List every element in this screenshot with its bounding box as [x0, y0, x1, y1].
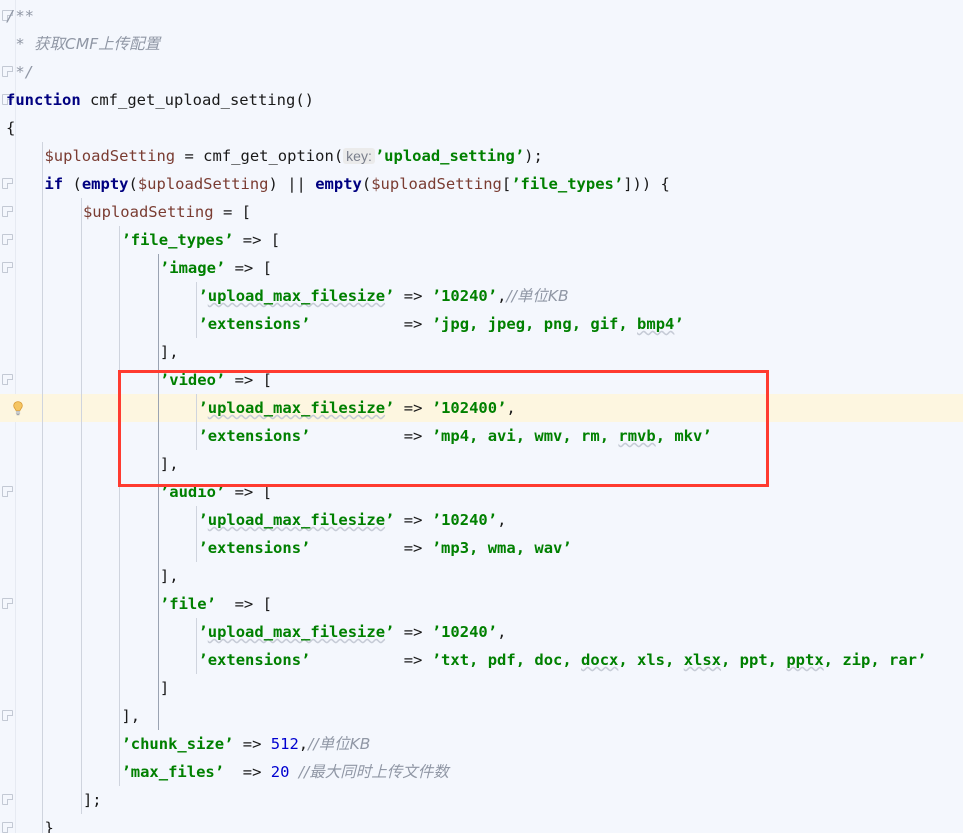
code-line[interactable]: ’max_files’ => 20 //最大同时上传文件数: [121, 758, 448, 786]
code-line[interactable]: }: [44, 814, 53, 833]
code-line[interactable]: * 获取CMF上传配置: [6, 30, 160, 58]
code-line[interactable]: ’extensions’ => ’jpg, jpeg, png, gif, bm…: [198, 310, 683, 338]
code-line[interactable]: ],: [160, 562, 179, 590]
code-line[interactable]: {: [6, 114, 15, 142]
code-line[interactable]: ’chunk_size’ => 512,//单位KB: [121, 730, 370, 758]
code-line[interactable]: ’file_types’ => [: [121, 226, 280, 254]
code-line[interactable]: ’extensions’ => ’txt, pdf, doc, docx, xl…: [198, 646, 926, 674]
code-line[interactable]: $uploadSetting = [: [83, 198, 251, 226]
code-content[interactable]: /** * 获取CMF上传配置 */function cmf_get_uploa…: [0, 0, 963, 833]
code-line[interactable]: $uploadSetting = cmf_get_option(key:’upl…: [44, 142, 542, 170]
code-line[interactable]: ],: [121, 702, 140, 730]
code-line[interactable]: ’upload_max_filesize’ => ’102400’,: [198, 394, 515, 422]
code-line[interactable]: */: [6, 58, 34, 86]
code-line[interactable]: ]: [160, 674, 169, 702]
code-line[interactable]: ’file’ => [: [160, 590, 272, 618]
code-line[interactable]: ’image’ => [: [160, 254, 272, 282]
code-line[interactable]: ’upload_max_filesize’ => ’10240’,: [198, 618, 506, 646]
code-line[interactable]: if (empty($uploadSetting) || empty($uplo…: [44, 170, 669, 198]
code-line[interactable]: ’video’ => [: [160, 366, 272, 394]
code-line[interactable]: ],: [160, 338, 179, 366]
code-line[interactable]: ’extensions’ => ’mp4, avi, wmv, rm, rmvb…: [198, 422, 711, 450]
code-line[interactable]: ’upload_max_filesize’ => ’10240’,//单位KB: [198, 282, 568, 310]
code-line[interactable]: ’audio’ => [: [160, 478, 272, 506]
inlay-hint-key: key:: [343, 148, 375, 164]
code-line[interactable]: /**: [6, 2, 34, 30]
code-editor-pane[interactable]: /** * 获取CMF上传配置 */function cmf_get_uploa…: [0, 0, 963, 833]
lightbulb-icon[interactable]: [10, 400, 26, 416]
code-line[interactable]: ],: [160, 450, 179, 478]
code-line[interactable]: ];: [83, 786, 102, 814]
code-line[interactable]: function cmf_get_upload_setting(): [6, 86, 314, 114]
code-line[interactable]: ’extensions’ => ’mp3, wma, wav’: [198, 534, 571, 562]
code-line[interactable]: ’upload_max_filesize’ => ’10240’,: [198, 506, 506, 534]
